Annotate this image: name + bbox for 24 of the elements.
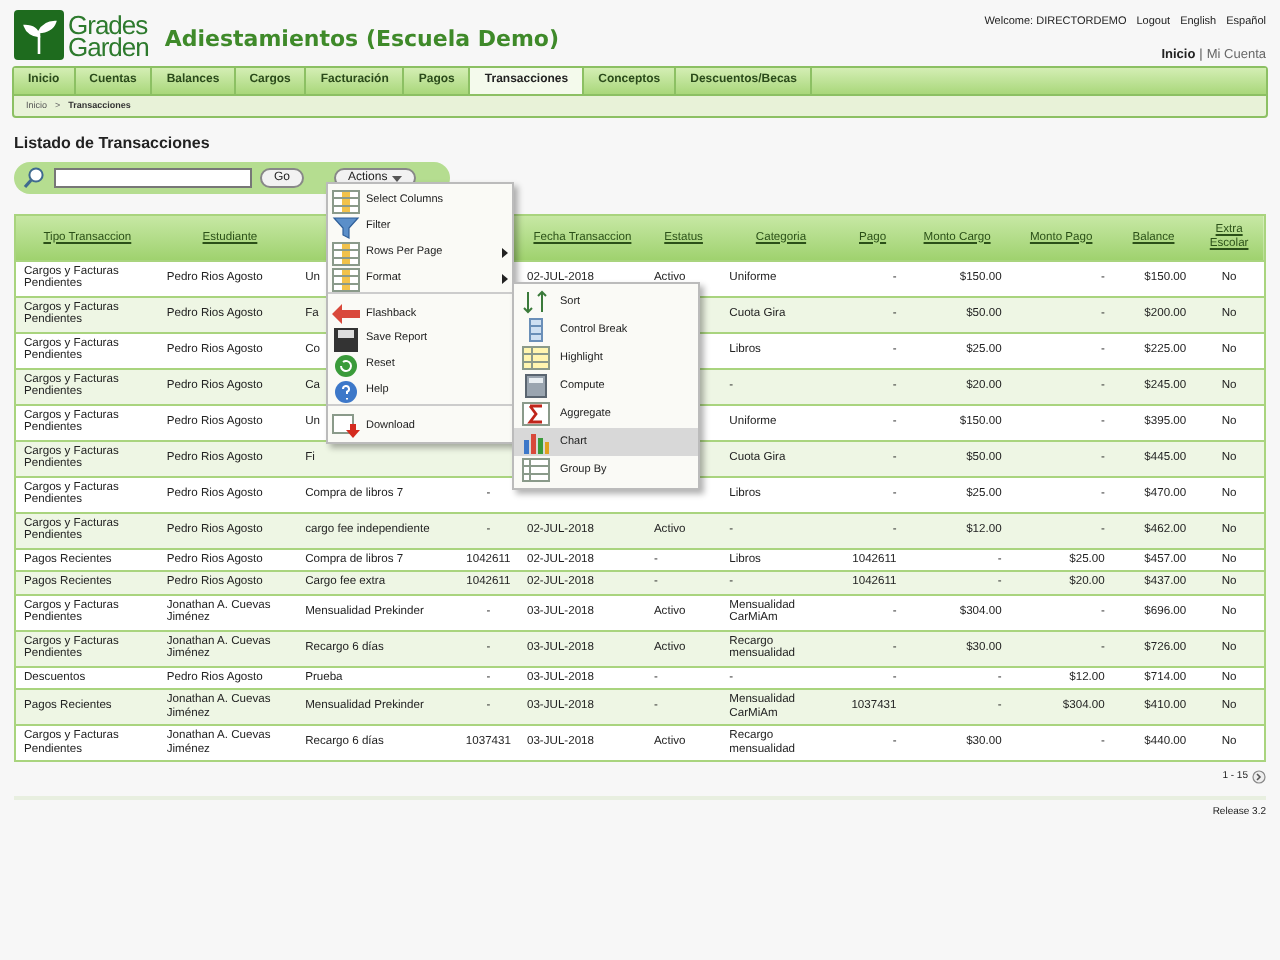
submenu-arrow-icon <box>502 248 508 258</box>
filter-icon <box>332 215 360 239</box>
submenu-arrow-icon <box>502 274 508 284</box>
school-title: Adiestamientos (Escuela Demo) <box>164 24 559 56</box>
calculator-icon <box>522 374 550 398</box>
table-icon <box>332 189 360 213</box>
logo-text: Garden <box>68 35 149 57</box>
table-icon <box>332 267 360 291</box>
search-icon <box>22 166 46 190</box>
group-table-icon <box>522 458 550 482</box>
highlight-table-icon <box>522 346 550 370</box>
next-page-icon[interactable] <box>1252 770 1266 785</box>
download-icon <box>332 414 360 438</box>
arrow-left-icon <box>332 302 360 326</box>
logo-text: Grades <box>68 13 149 35</box>
search-field[interactable] <box>54 168 252 188</box>
plant-logo-icon <box>14 10 64 60</box>
help-icon <box>332 379 360 403</box>
reset-icon <box>332 353 360 377</box>
page-heading: Listado de Transacciones <box>12 132 212 156</box>
table-icon <box>332 241 360 265</box>
sigma-icon <box>522 402 550 426</box>
sort-icon <box>522 290 550 314</box>
bar-chart-icon <box>522 430 550 454</box>
